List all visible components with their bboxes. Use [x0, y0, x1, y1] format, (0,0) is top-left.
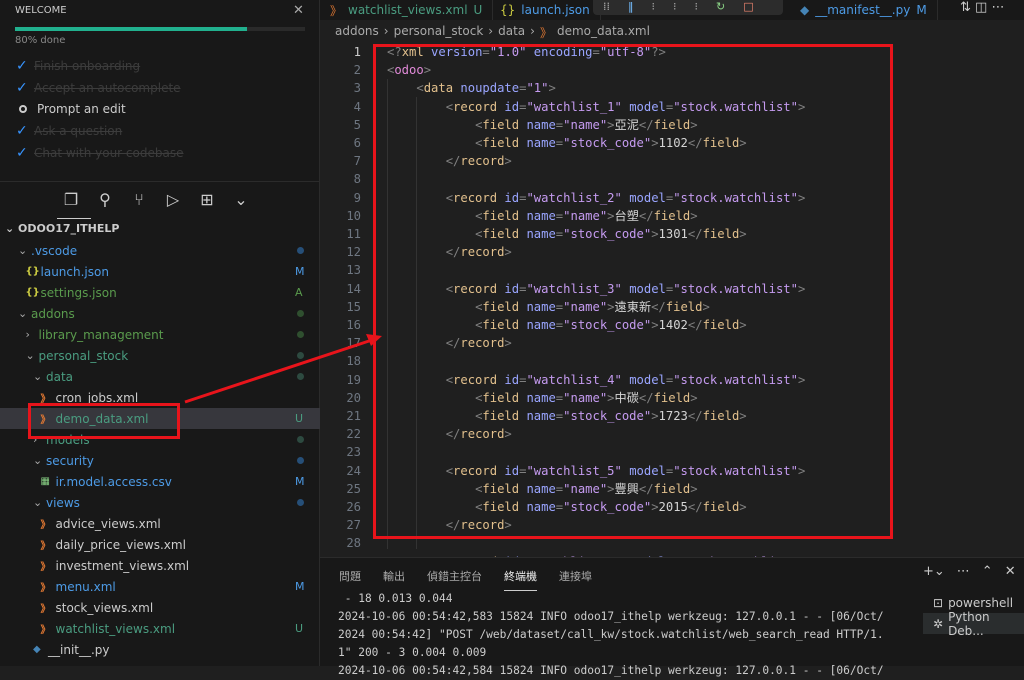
annotation-arrow: [184, 334, 382, 404]
